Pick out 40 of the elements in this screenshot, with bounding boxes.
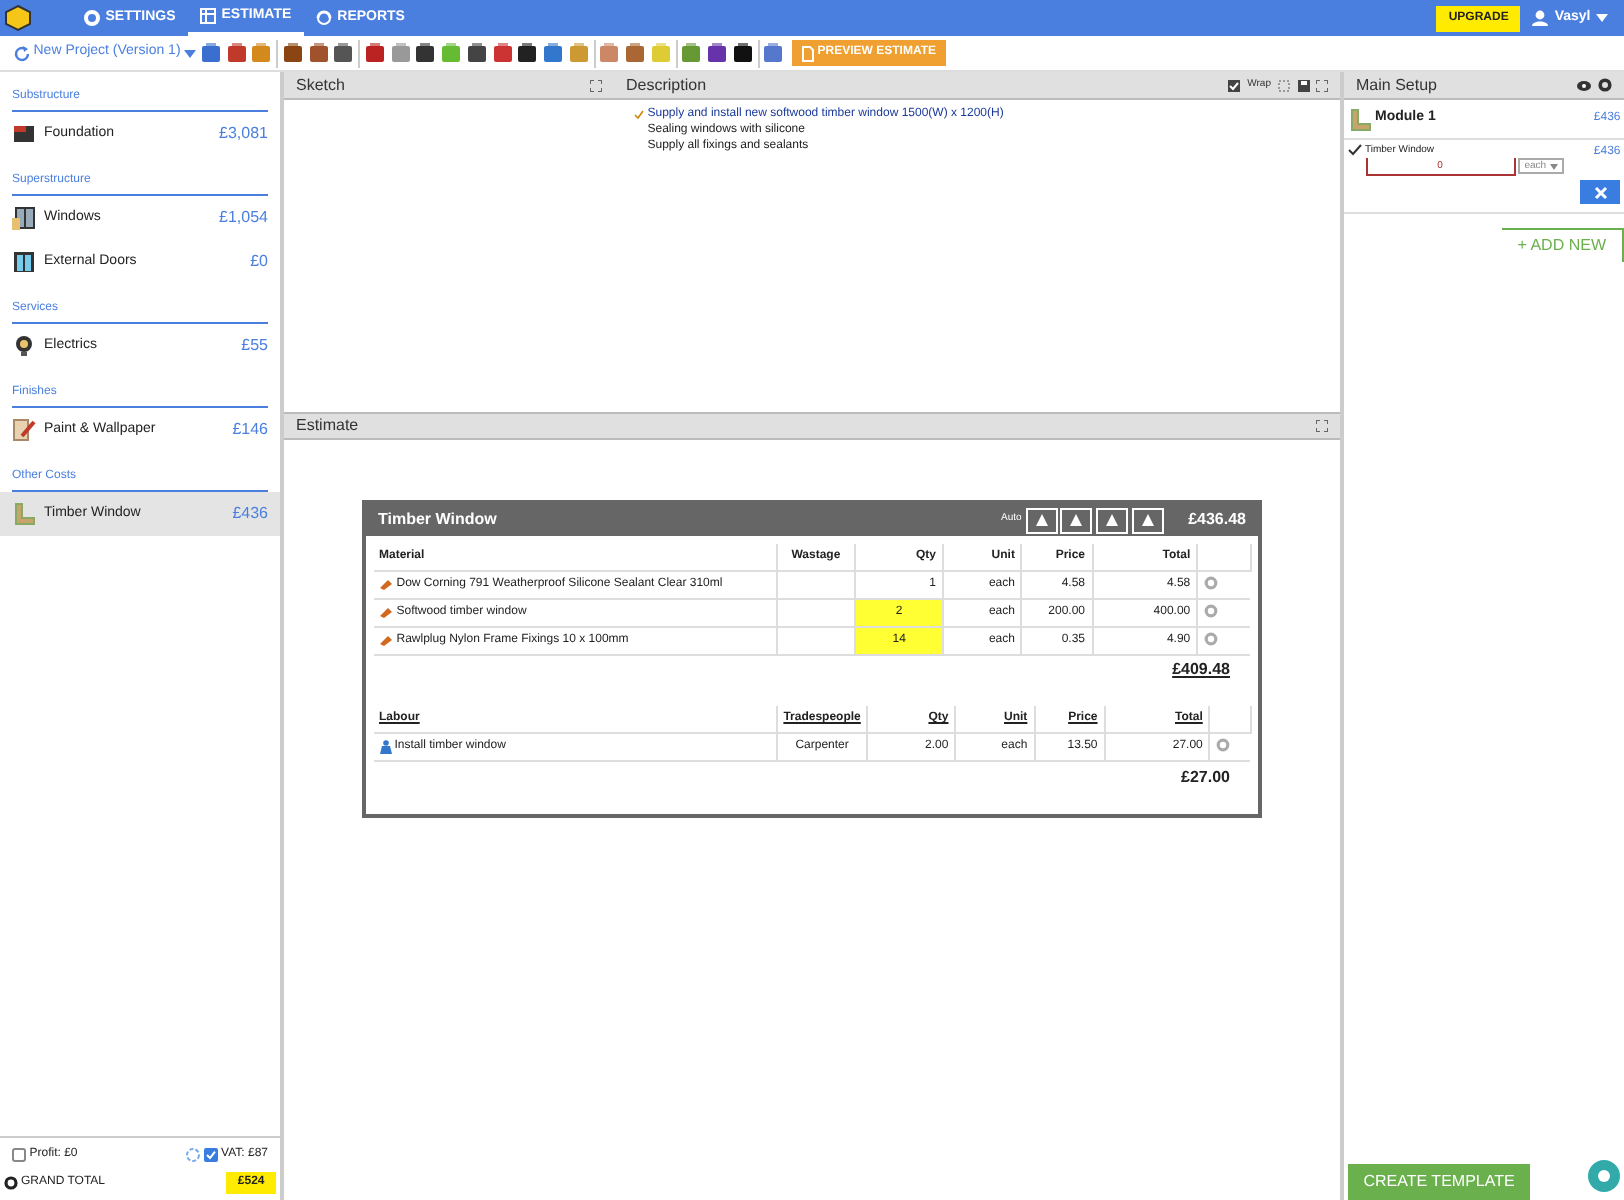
- item-amount: £436: [232, 502, 268, 526]
- frame-icon: [12, 502, 36, 526]
- caret-icon: [1596, 14, 1609, 22]
- check-icon: [634, 110, 644, 120]
- checkbox[interactable]: [12, 1147, 26, 1161]
- item-amount: £3,081: [219, 122, 268, 146]
- caret-icon: [1549, 163, 1558, 170]
- paint-icon: [12, 418, 36, 442]
- eye-icon[interactable]: [1575, 79, 1591, 91]
- caret-icon: [184, 49, 197, 57]
- refresh-icon: [14, 45, 30, 61]
- item-amount: £55: [241, 334, 268, 358]
- spinner-icon: [186, 1147, 201, 1161]
- window-icon: [12, 206, 36, 230]
- chat-button[interactable]: [1588, 1160, 1621, 1192]
- save-icon[interactable]: [1297, 79, 1309, 91]
- card-title: Timber Window: [378, 508, 497, 532]
- tools-button[interactable]: [1580, 180, 1621, 204]
- item-amount: £1,054: [219, 206, 268, 230]
- grid-icon: [199, 8, 216, 24]
- expand-icon[interactable]: [590, 79, 602, 91]
- item-amount: £0: [250, 250, 268, 274]
- card-total: £436.48: [1188, 508, 1246, 532]
- section-total: £27.00: [1181, 765, 1230, 790]
- panel-title: Estimate: [296, 414, 359, 438]
- section-total: £409.48: [1172, 658, 1230, 683]
- document-icon: [801, 45, 814, 61]
- frame-icon: [1347, 107, 1372, 131]
- brick-icon: [12, 122, 36, 146]
- bulb-icon: [12, 334, 36, 358]
- panel-title: Main Setup: [1356, 73, 1437, 97]
- panel-title: Description: [626, 73, 707, 97]
- user-icon: [1532, 10, 1549, 26]
- item-amount: £146: [232, 418, 268, 442]
- panel-title: Sketch: [296, 73, 345, 97]
- expand-icon[interactable]: [1316, 79, 1328, 91]
- door-icon: [12, 250, 36, 274]
- cube-logo: [3, 4, 32, 32]
- expand-icon[interactable]: [1316, 420, 1328, 432]
- check-icon: [1347, 143, 1362, 156]
